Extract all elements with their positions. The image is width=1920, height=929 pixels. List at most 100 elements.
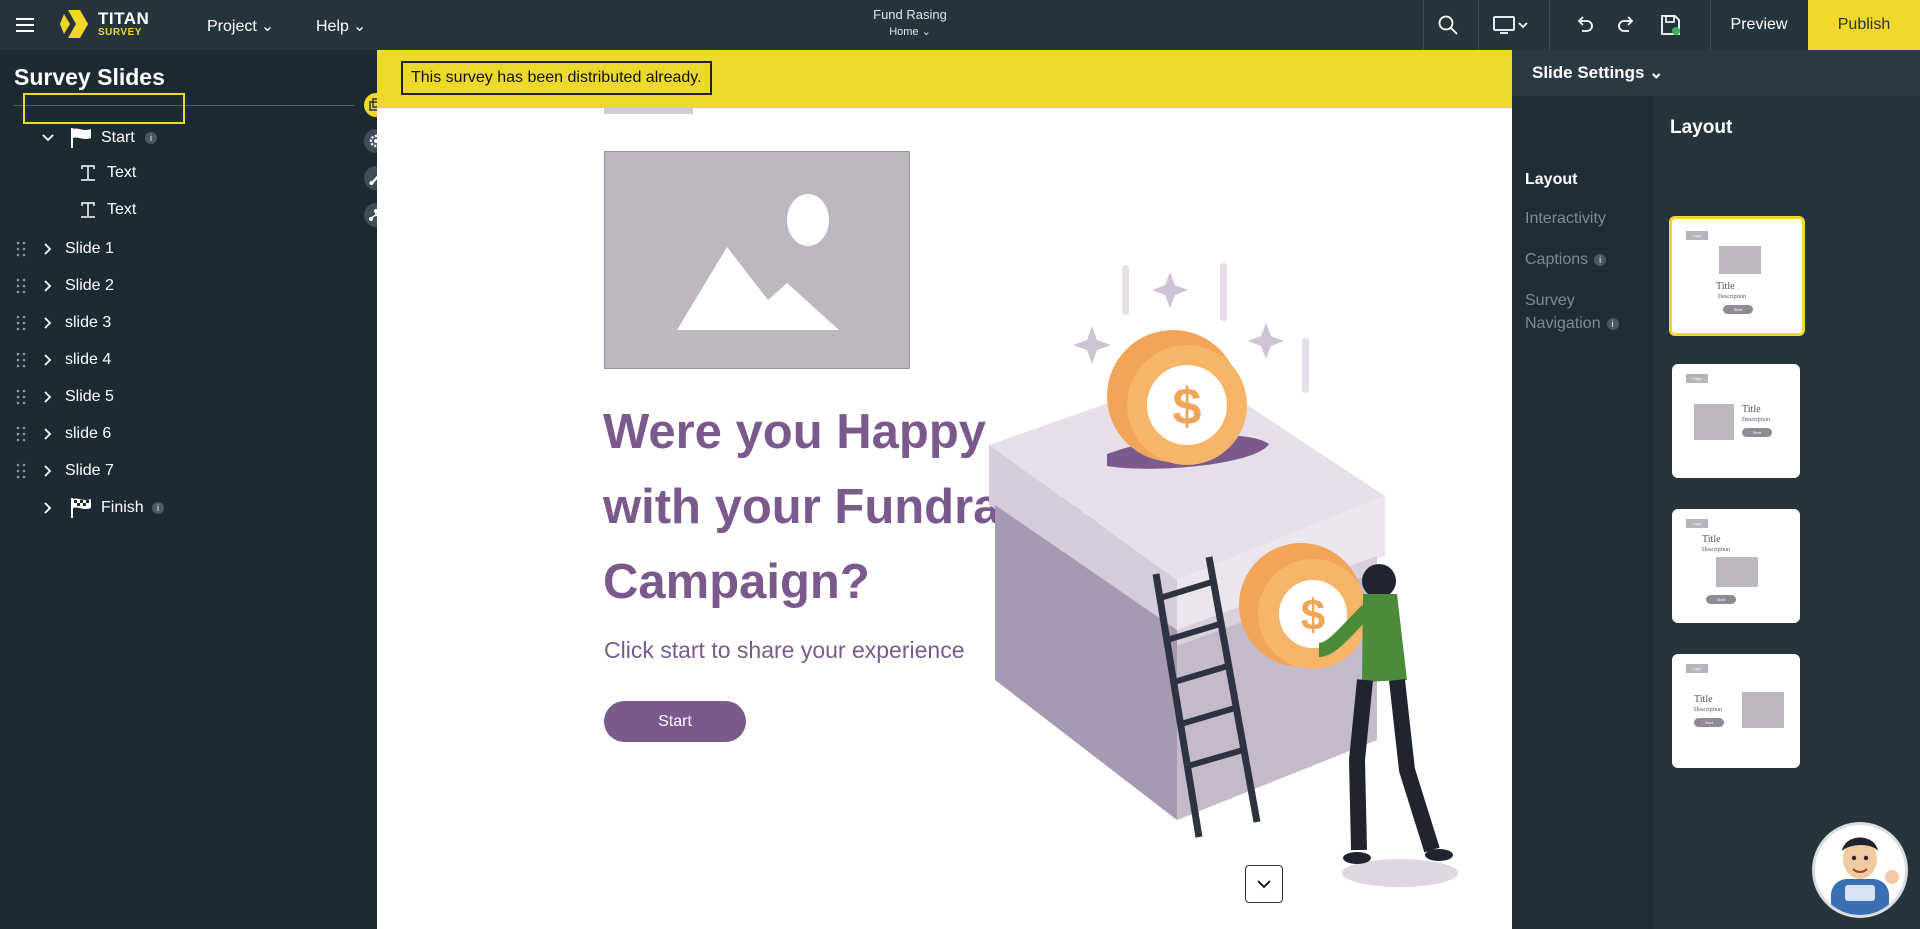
divider [1478,0,1479,50]
sidebar-item-label: Finish [101,499,144,516]
sidebar-item-label: Slide 5 [65,388,114,405]
sidebar-item-slide-4[interactable]: slide 4 [0,345,377,375]
drag-handle-icon[interactable] [15,315,27,331]
drag-handle-icon[interactable] [15,426,27,442]
sidebar-item-text[interactable]: Text [0,195,377,225]
start-button[interactable]: Start [604,701,746,742]
layout-logo: Logo [1686,231,1708,240]
chevron-right-icon[interactable] [41,427,55,441]
drag-handle-icon[interactable] [15,241,27,257]
info-icon[interactable]: i [1606,317,1619,330]
chevron-right-icon[interactable] [41,242,55,256]
help-menu-label: Help [316,18,349,35]
device-preview-icon[interactable] [1492,13,1532,37]
sidebar-item-label: slide 6 [65,425,112,442]
divider [1423,0,1424,50]
drag-handle-icon[interactable] [15,278,27,294]
chevron-right-icon[interactable] [41,390,55,404]
slide-settings-header[interactable]: Slide Settings ⌄ [1512,50,1920,96]
slide-description[interactable]: Click start to share your experience [604,637,965,664]
drag-handle-icon[interactable] [15,463,27,479]
fundraising-illustration: $ $ [989,263,1458,887]
sidebar-item-finish[interactable]: Finish i [0,493,377,523]
save-icon[interactable] [1658,13,1682,37]
info-icon[interactable]: i [152,502,164,514]
page-selector[interactable]: Home ⌄ [860,25,960,38]
sidebar-item-slide-7[interactable]: Slide 7 [0,456,377,486]
distributed-banner: This survey has been distributed already… [377,50,1512,108]
settings-tab-label: Captions [1525,251,1589,268]
logo-subtitle: SURVEY [98,27,142,38]
chevron-down-icon[interactable] [41,131,55,145]
layout-description-text: Description [1694,707,1722,713]
logo-placeholder[interactable] [604,108,693,114]
survey-slides-sidebar: Survey Slides Start i Text Text Slide 1 … [0,50,377,929]
info-icon[interactable]: i [1594,253,1607,266]
drag-handle-icon[interactable] [15,352,27,368]
settings-tab-survey-navigation[interactable]: Survey Navigation i [1525,289,1619,335]
info-icon[interactable]: i [145,132,157,144]
undo-icon[interactable] [1572,13,1596,37]
titan-logo-icon [60,10,88,38]
layout-image [1694,404,1734,440]
settings-nav: Layout Interactivity Captions i Survey Nav… [1512,96,1654,929]
assistant-avatar[interactable] [1812,822,1908,918]
chevron-down-icon: ⌄ [352,18,367,35]
slide-settings-title-text: Slide Settings [1532,63,1645,82]
drag-handle-icon[interactable] [15,389,27,405]
redo-icon[interactable] [1615,13,1639,37]
chevron-right-icon[interactable] [41,501,55,515]
menu-icon[interactable] [14,14,36,36]
sidebar-item-slide-2[interactable]: Slide 2 [0,271,377,301]
chevron-right-icon[interactable] [41,464,55,478]
help-menu[interactable]: Help ⌄ [316,16,366,36]
layout-description-text: Description [1702,547,1730,553]
svg-text:$: $ [1173,378,1202,436]
layout-option-image-bottom[interactable]: Logo Title Description Start [1672,509,1800,623]
text-element-icon [81,165,95,181]
slide-settings-title: Slide Settings ⌄ [1532,63,1664,82]
sidebar-item-start[interactable]: Start i [0,123,377,153]
sidebar-item-slide-1[interactable]: Slide 1 [0,234,377,264]
scroll-down-button[interactable] [1245,865,1283,903]
settings-tab-captions[interactable]: Captions i [1525,248,1607,271]
publish-button[interactable]: Publish [1808,0,1920,50]
sidebar-item-label: Slide 2 [65,277,114,294]
chevron-down-icon: ⌄ [260,18,275,35]
layout-image [1719,246,1761,274]
sidebar-item-label: Text [107,164,137,181]
layout-start-button: Start [1723,305,1753,314]
preview-button[interactable]: Preview [1710,0,1808,50]
chevron-right-icon[interactable] [41,353,55,367]
layout-logo: Logo [1686,664,1708,673]
sidebar-title: Survey Slides [14,64,165,90]
sidebar-item-slide-3[interactable]: slide 3 [0,308,377,338]
slide-name-input[interactable] [23,93,185,124]
sidebar-item-label: Start [101,129,135,146]
layout-option-image-left[interactable]: Logo Title Description Start [1672,364,1800,478]
svg-text:$: $ [1301,591,1325,640]
text-element-icon [81,202,95,218]
chevron-right-icon[interactable] [41,316,55,330]
sidebar-item-slide-6[interactable]: slide 6 [0,419,377,449]
layout-option-centered[interactable]: Logo Title Description Start [1669,216,1805,336]
project-menu[interactable]: Project ⌄ [207,16,274,36]
layout-option-image-right[interactable]: Logo Title Description Start [1672,654,1800,768]
settings-tab-layout[interactable]: Layout [1525,168,1577,191]
chevron-down-icon [1257,880,1271,889]
image-placeholder[interactable] [604,151,910,369]
page-selector-label: Home [889,26,919,38]
distributed-message: This survey has been distributed already… [401,61,712,95]
sidebar-item-text[interactable]: Text [0,158,377,188]
layout-title-text: Title [1702,534,1721,545]
app-logo[interactable]: TITAN SURVEY [58,6,158,44]
layout-options: Layout Logo Title Description Start Logo… [1654,96,1920,929]
sidebar-item-label: Slide 1 [65,240,114,257]
settings-tab-interactivity[interactable]: Interactivity [1525,207,1606,230]
sidebar-item-slide-5[interactable]: Slide 5 [0,382,377,412]
layout-description-text: Description [1742,417,1770,423]
slide-canvas: This survey has been distributed already… [377,50,1512,929]
document-title: Fund Rasing [873,7,947,22]
search-icon[interactable] [1436,13,1460,37]
chevron-right-icon[interactable] [41,279,55,293]
